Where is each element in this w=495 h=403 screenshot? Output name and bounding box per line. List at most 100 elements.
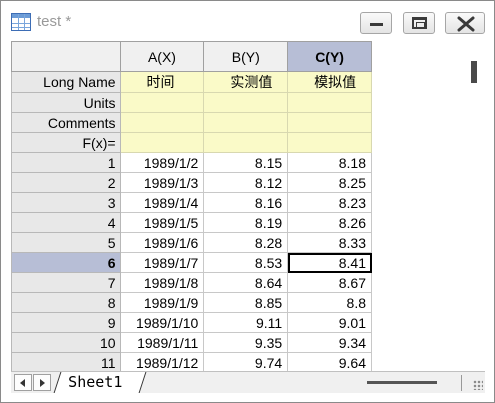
vertical-scrollbar[interactable] (463, 41, 485, 371)
worksheet-grid-icon (11, 13, 31, 31)
row-number[interactable]: 7 (11, 272, 121, 293)
column-header-c[interactable]: C(Y) (287, 41, 372, 72)
cell-c[interactable]: 8.26 (287, 212, 372, 233)
maximize-icon (412, 17, 427, 29)
cell-b[interactable]: 9.35 (203, 332, 289, 353)
table-row: 2 1989/1/3 8.12 8.25 (11, 172, 372, 193)
next-sheet-button[interactable] (33, 374, 51, 391)
table-row: 6 1989/1/7 8.53 8.41 (11, 252, 372, 273)
cell-b[interactable]: 8.12 (203, 172, 289, 193)
cell-b[interactable]: 8.53 (203, 252, 289, 273)
cell-a[interactable]: 1989/1/5 (119, 212, 205, 233)
minimize-button[interactable] (360, 12, 392, 34)
column-header-a[interactable]: A(X) (119, 41, 205, 72)
formula-row: F(x)= (11, 132, 372, 153)
sheet-tab[interactable]: Sheet1 (53, 372, 147, 393)
comments-cell-b[interactable] (203, 112, 289, 133)
cell-b[interactable]: 8.28 (203, 232, 289, 253)
formula-label[interactable]: F(x)= (11, 132, 121, 153)
comments-cell-a[interactable] (119, 112, 205, 133)
formula-cell-c[interactable] (287, 132, 372, 153)
row-number[interactable]: 10 (11, 332, 121, 353)
cell-a[interactable]: 1989/1/8 (119, 272, 205, 293)
cell-c[interactable]: 8.67 (287, 272, 372, 293)
cell-b[interactable]: 8.64 (203, 272, 289, 293)
long-name-label[interactable]: Long Name (11, 71, 121, 93)
table-row: 11 1989/1/12 9.74 9.64 (11, 352, 372, 371)
cell-a[interactable]: 1989/1/10 (119, 312, 205, 333)
formula-cell-a[interactable] (119, 132, 205, 153)
previous-sheet-button[interactable] (14, 374, 32, 391)
cell-b[interactable]: 9.74 (203, 352, 289, 371)
table-row: 4 1989/1/5 8.19 8.26 (11, 212, 372, 233)
formula-cell-b[interactable] (203, 132, 289, 153)
cell-c[interactable]: 9.64 (287, 352, 372, 371)
scrollbar-thumb[interactable] (471, 61, 477, 83)
cell-a[interactable]: 1989/1/11 (119, 332, 205, 353)
close-icon (457, 16, 475, 32)
close-button[interactable] (445, 12, 485, 34)
comments-label[interactable]: Comments (11, 112, 121, 133)
cell-c[interactable]: 8.25 (287, 172, 372, 193)
long-name-cell-c[interactable]: 模拟值 (287, 71, 372, 93)
cell-c[interactable]: 8.23 (287, 192, 372, 213)
row-number[interactable]: 6 (11, 252, 121, 273)
column-header-row: A(X) B(Y) C(Y) (11, 41, 372, 72)
data-table: A(X) B(Y) C(Y) Long Name 时间 实测值 模拟值 Unit… (11, 41, 372, 371)
window-title: test * (37, 13, 72, 30)
scrollbar-divider (461, 375, 462, 391)
table-row: 7 1989/1/8 8.64 8.67 (11, 272, 372, 293)
cell-b[interactable]: 8.85 (203, 292, 289, 313)
minimize-icon (370, 23, 383, 26)
column-header-b[interactable]: B(Y) (203, 41, 289, 72)
horizontal-scrollbar[interactable] (367, 381, 437, 384)
cell-c[interactable]: 8.33 (287, 232, 372, 253)
arrow-left-icon (20, 379, 25, 387)
cell-c[interactable]: 8.8 (287, 292, 372, 313)
cell-a[interactable]: 1989/1/2 (119, 152, 205, 173)
cell-a[interactable]: 1989/1/12 (119, 352, 205, 371)
sheet-tab-bar: Sheet1 (11, 371, 485, 393)
row-number[interactable]: 11 (11, 352, 121, 371)
row-number[interactable]: 5 (11, 232, 121, 253)
comments-row: Comments (11, 112, 372, 133)
cell-b[interactable]: 8.15 (203, 152, 289, 173)
cell-c[interactable]: 9.34 (287, 332, 372, 353)
long-name-cell-b[interactable]: 实测值 (203, 71, 289, 93)
worksheet-grid[interactable]: A(X) B(Y) C(Y) Long Name 时间 实测值 模拟值 Unit… (11, 41, 372, 371)
units-label[interactable]: Units (11, 92, 121, 113)
row-number[interactable]: 8 (11, 292, 121, 313)
cell-c[interactable]: 8.18 (287, 152, 372, 173)
cell-b[interactable]: 8.19 (203, 212, 289, 233)
maximize-button[interactable] (403, 12, 435, 34)
row-number[interactable]: 3 (11, 192, 121, 213)
cell-c[interactable]: 9.01 (287, 312, 372, 333)
table-row: 5 1989/1/6 8.28 8.33 (11, 232, 372, 253)
units-row: Units (11, 92, 372, 113)
title-bar[interactable]: test * (1, 1, 494, 41)
cell-b[interactable]: 9.11 (203, 312, 289, 333)
cell-a[interactable]: 1989/1/9 (119, 292, 205, 313)
row-number[interactable]: 4 (11, 212, 121, 233)
cell-c[interactable]: 8.41 (287, 252, 372, 273)
units-cell-a[interactable] (119, 92, 205, 113)
cell-a[interactable]: 1989/1/7 (119, 252, 205, 273)
cell-b[interactable]: 8.16 (203, 192, 289, 213)
arrow-right-icon (40, 379, 45, 387)
row-number[interactable]: 1 (11, 152, 121, 173)
cell-a[interactable]: 1989/1/6 (119, 232, 205, 253)
table-row: 3 1989/1/4 8.16 8.23 (11, 192, 372, 213)
row-number[interactable]: 9 (11, 312, 121, 333)
long-name-cell-a[interactable]: 时间 (119, 71, 205, 93)
row-number[interactable]: 2 (11, 172, 121, 193)
units-cell-b[interactable] (203, 92, 289, 113)
cell-a[interactable]: 1989/1/4 (119, 192, 205, 213)
corner-cell[interactable] (11, 41, 121, 72)
cell-a[interactable]: 1989/1/3 (119, 172, 205, 193)
comments-cell-c[interactable] (287, 112, 372, 133)
worksheet-window: test * A(X) B(Y) C(Y) Long Name 时间 实测值 模… (0, 0, 495, 403)
sheet-tab-label: Sheet1 (68, 373, 123, 391)
resize-grip-icon[interactable] (473, 380, 483, 390)
units-cell-c[interactable] (287, 92, 372, 113)
table-row: 8 1989/1/9 8.85 8.8 (11, 292, 372, 313)
